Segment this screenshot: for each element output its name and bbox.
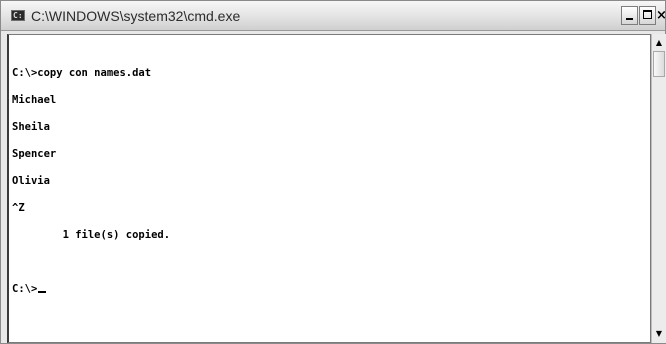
minimize-icon bbox=[626, 18, 633, 20]
scroll-thumb[interactable] bbox=[653, 51, 665, 77]
console-line: Spencer bbox=[12, 148, 57, 160]
console-output[interactable]: C:\>copy con names.dat Michael Sheila Sp… bbox=[7, 34, 651, 343]
console-line: Sheila bbox=[12, 121, 50, 133]
console-line: Michael bbox=[12, 94, 57, 106]
close-button[interactable]: × bbox=[656, 6, 666, 25]
console-lines: C:\>copy con names.dat Michael Sheila Sp… bbox=[12, 51, 170, 315]
title-bar[interactable]: C: C:\WINDOWS\system32\cmd.exe × bbox=[1, 1, 666, 31]
minimize-button[interactable] bbox=[621, 6, 638, 25]
console-line: ^Z bbox=[12, 202, 25, 214]
command-prompt-line[interactable]: C:\> bbox=[12, 283, 170, 297]
scroll-up-arrow-icon[interactable]: ▲ bbox=[652, 36, 666, 50]
maximize-button[interactable] bbox=[639, 6, 656, 25]
vertical-scrollbar[interactable]: ▲ ▼ bbox=[651, 34, 666, 343]
cmd-window: C: C:\WINDOWS\system32\cmd.exe × C:\>cop… bbox=[0, 0, 666, 344]
console-line: Olivia bbox=[12, 175, 50, 187]
prompt-glyph: C: bbox=[13, 11, 23, 20]
command-prompt: C:\> bbox=[12, 283, 38, 295]
scroll-down-arrow-icon[interactable]: ▼ bbox=[652, 327, 666, 341]
console-line: 1 file(s) copied. bbox=[12, 229, 171, 241]
text-cursor bbox=[38, 291, 47, 293]
console-icon[interactable]: C: bbox=[11, 10, 25, 21]
console-line: C:\>copy con names.dat bbox=[12, 67, 152, 79]
close-icon: × bbox=[656, 8, 666, 23]
window-title: C:\WINDOWS\system32\cmd.exe bbox=[31, 8, 241, 24]
maximize-icon bbox=[643, 10, 652, 19]
